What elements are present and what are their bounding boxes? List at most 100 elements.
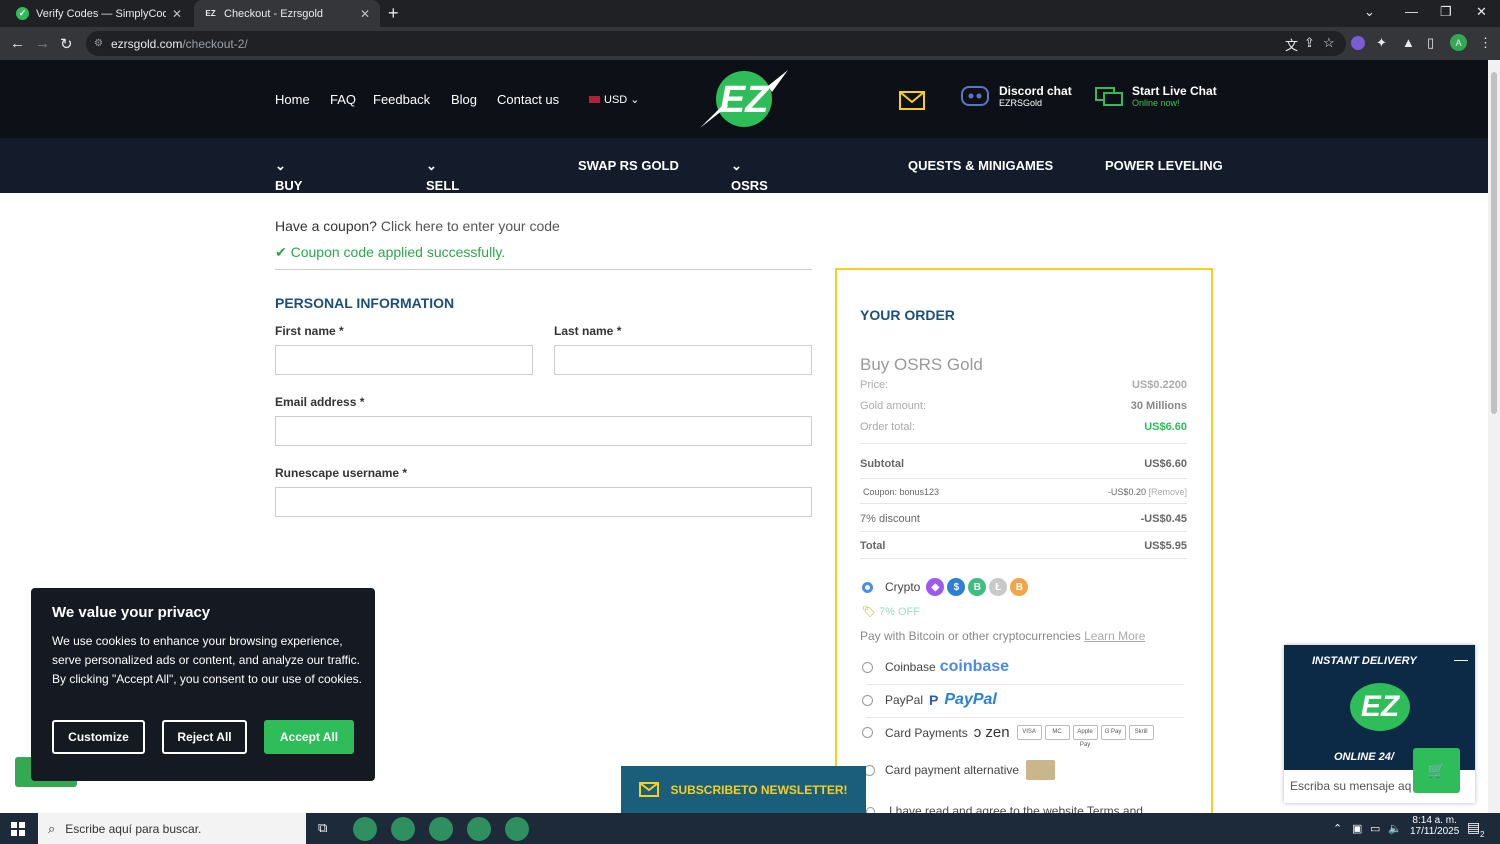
profile-avatar[interactable]: A: [1450, 34, 1467, 51]
coupon-remove-link[interactable]: [Remove]: [1148, 487, 1187, 497]
network-icon[interactable]: ▭: [1370, 822, 1380, 835]
coinbase-radio[interactable]: [862, 661, 873, 673]
cart-button[interactable]: 🛒: [1413, 748, 1460, 793]
email-icon[interactable]: [899, 91, 925, 110]
reject-all-button[interactable]: Reject All: [162, 720, 247, 754]
payment-option-paypal[interactable]: PayPal P PayPal: [862, 691, 997, 709]
new-tab-icon[interactable]: +: [388, 3, 399, 24]
chat-message-input[interactable]: Escriba su mensaje aq: [1290, 779, 1411, 793]
divider: [860, 478, 1187, 479]
last-name-field[interactable]: [554, 345, 812, 375]
customize-button[interactable]: Customize: [52, 720, 145, 754]
menu-buy-rs-gold[interactable]: BUY RS GOLD ⌄: [275, 158, 313, 223]
cookie-consent-dialog: We value your privacy We use cookies to …: [31, 588, 375, 781]
tab-simplycodes[interactable]: ✓ Verify Codes — SimplyCodes ✕: [6, 0, 192, 27]
site-info-icon[interactable]: ⚙: [94, 38, 103, 49]
zen-text: zen: [985, 724, 1010, 741]
tab-search-icon[interactable]: ⌄: [1364, 4, 1375, 20]
ez-logo[interactable]: EZ: [698, 68, 790, 130]
menu-quests-minigames[interactable]: QUESTS & MINIGAMES: [908, 158, 1053, 173]
nav-contact[interactable]: Contact us: [497, 92, 559, 107]
extension-icon[interactable]: [1351, 36, 1365, 50]
close-tab-icon[interactable]: ✕: [360, 7, 370, 21]
labs-icon[interactable]: ▲: [1402, 35, 1415, 50]
taskbar-chrome-icon[interactable]: [391, 817, 415, 841]
terms-row[interactable]: I have read and agree to the website Ter…: [866, 804, 1143, 813]
volume-icon[interactable]: 🔈: [1388, 822, 1402, 835]
scrollbar-thumb[interactable]: [1491, 72, 1497, 414]
coupon-row: Coupon: bonus123 -US$0.20 [Remove]: [860, 487, 1187, 497]
username-field[interactable]: [275, 487, 812, 517]
coupon-enter-link[interactable]: Click here to enter your code: [381, 218, 560, 234]
restore-icon[interactable]: ❐: [1440, 4, 1452, 20]
nav-faq[interactable]: FAQ: [330, 92, 356, 107]
device-icon[interactable]: ▣: [1352, 822, 1362, 835]
crypto-radio[interactable]: [862, 581, 873, 593]
email-field[interactable]: [275, 416, 812, 446]
skrill-icon: Skrill: [1128, 725, 1154, 740]
taskbar-chrome-icon[interactable]: [505, 817, 529, 841]
windows-start-icon[interactable]: [11, 822, 25, 836]
nav-blog[interactable]: Blog: [451, 92, 477, 107]
tab-checkout[interactable]: EZ Checkout - Ezrsgold ✕: [194, 0, 380, 27]
paypal-radio[interactable]: [862, 694, 873, 706]
menu-osrs-accounts[interactable]: OSRS ACCOUNTS ⌄: [731, 158, 805, 208]
menu-icon[interactable]: ⋮: [1479, 35, 1492, 51]
discord-subtitle: EZRSGold: [999, 98, 1043, 108]
us-flag-icon: [589, 96, 600, 103]
order-total-label: Order total:: [860, 421, 916, 433]
forward-icon[interactable]: →: [35, 35, 50, 52]
close-tab-icon[interactable]: ✕: [172, 7, 182, 21]
first-name-field[interactable]: [275, 345, 533, 375]
payment-option-crypto[interactable]: Crypto ◆ $ B Ł B: [862, 578, 1029, 596]
url-input[interactable]: ⚙ ezrsgold.com/checkout-2/: [86, 31, 1346, 56]
taskbar-search-input[interactable]: ⌕ Escribe aquí para buscar.: [38, 813, 306, 844]
payment-option-coinbase[interactable]: Coinbase coinbase: [862, 658, 1009, 676]
minimize-chat-icon[interactable]: —: [1454, 651, 1468, 667]
accept-all-button[interactable]: Accept All: [264, 720, 354, 754]
taskbar-chrome-icon[interactable]: [353, 817, 377, 841]
currency-selector[interactable]: USD ⌄: [589, 93, 640, 106]
crypto-desc-text: Pay with Bitcoin or other cryptocurrenci…: [860, 629, 1081, 643]
task-view-icon[interactable]: ⧉: [318, 820, 327, 836]
discount-row: 7% discount -US$0.45: [860, 513, 1187, 525]
extensions-puzzle-icon[interactable]: ✦: [1376, 35, 1387, 51]
newsletter-subscribe-button[interactable]: SUBSCRIBETO NEWSLETTER!: [621, 766, 866, 813]
menu-swap-rs-gold[interactable]: SWAP RS GOLD: [578, 158, 679, 173]
translate-icon[interactable]: 文: [1285, 35, 1298, 54]
mastercard-icon: MC: [1044, 725, 1070, 740]
nav-feedback[interactable]: Feedback: [373, 92, 430, 107]
paypal-logo: PayPal: [944, 691, 997, 708]
live-chat-link[interactable]: Start Live Chat Online now!: [1095, 84, 1217, 108]
live-chat-status: Online now!: [1132, 98, 1180, 108]
menu-sell-rs-gold[interactable]: SELL RS GOLD ⌄: [426, 158, 464, 223]
notification-count: 2: [1480, 830, 1485, 839]
card-radio[interactable]: [862, 727, 873, 738]
clock[interactable]: 8:14 a. m. 17/11/2025: [1410, 815, 1459, 837]
payment-option-card[interactable]: Card Payments ↄ zen VISA MC Apple Pay G …: [862, 724, 1154, 748]
windows-taskbar: ⌕ Escribe aquí para buscar. ⧉ ⌃ ▣ ▭ 🔈 8:…: [0, 813, 1500, 844]
bookmark-star-icon[interactable]: ☆: [1323, 35, 1335, 51]
first-name-label: First name *: [275, 324, 344, 338]
nav-home[interactable]: Home: [275, 92, 310, 107]
card-label: Card Payments: [885, 725, 968, 740]
page-scrollbar[interactable]: [1488, 60, 1500, 813]
notifications-icon[interactable]: ▤: [1467, 819, 1480, 836]
reload-icon[interactable]: ↻: [60, 35, 73, 53]
taskbar-chrome-icon[interactable]: [429, 817, 453, 841]
discord-chat-link[interactable]: Discord chat EZRSGold: [960, 84, 1072, 108]
show-hidden-icons-icon[interactable]: ⌃: [1333, 822, 1342, 835]
payment-option-card-alt[interactable]: Card payment alternative: [864, 760, 1056, 780]
share-icon[interactable]: ⇪: [1304, 35, 1315, 51]
menu-power-leveling[interactable]: POWER LEVELING: [1105, 158, 1223, 173]
divider: [866, 717, 1184, 718]
side-panel-icon[interactable]: ▯: [1427, 35, 1434, 51]
menu-label: SELL RS GOLD: [426, 178, 464, 223]
close-window-icon[interactable]: ✕: [1476, 4, 1487, 20]
back-icon[interactable]: ←: [10, 35, 25, 52]
credit-card-icon: [1026, 760, 1056, 780]
minimize-icon[interactable]: —: [1405, 4, 1418, 19]
taskbar-chrome-icon[interactable]: [467, 817, 491, 841]
username-label: Runescape username *: [275, 466, 408, 480]
learn-more-link[interactable]: Learn More: [1084, 629, 1145, 643]
